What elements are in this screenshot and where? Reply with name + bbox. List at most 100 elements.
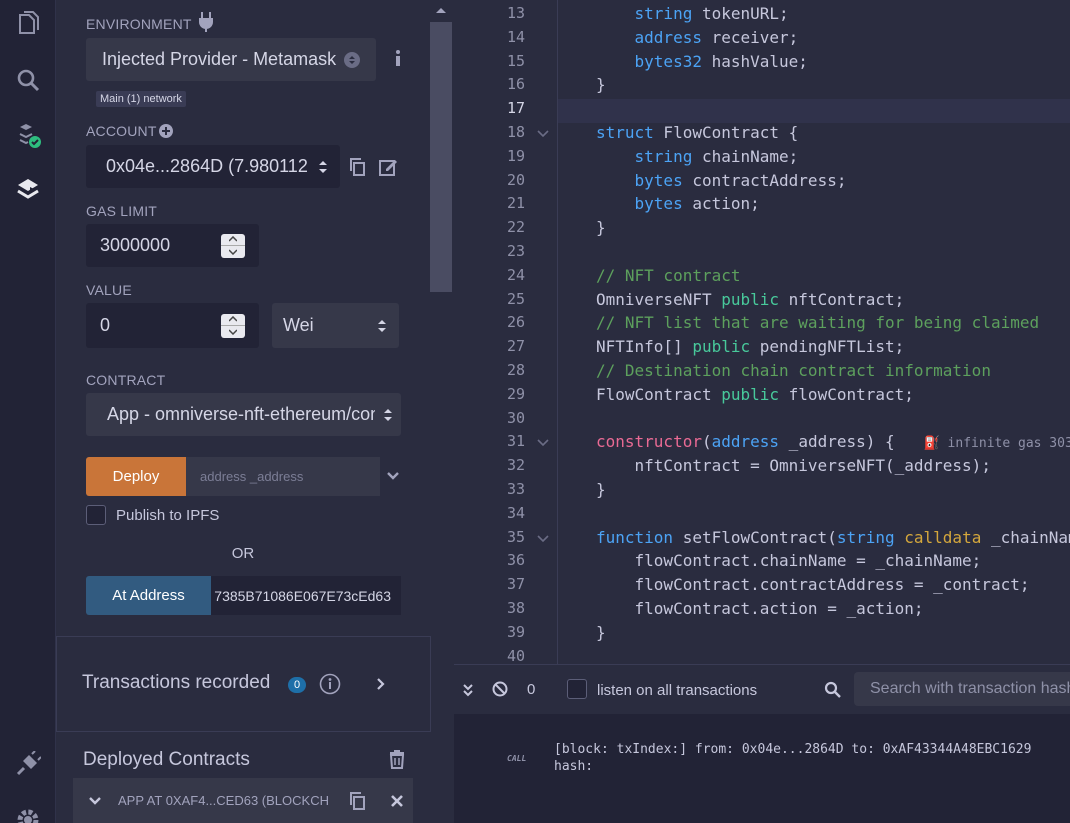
line-number: 20 <box>506 170 525 189</box>
code-line[interactable]: } <box>596 480 606 499</box>
code-line[interactable]: string chainName; <box>596 147 799 166</box>
code-line[interactable]: } <box>596 218 606 237</box>
code-token: public <box>721 384 780 404</box>
deploy-button[interactable]: Deploy <box>86 457 186 496</box>
select-spin-icon <box>344 51 360 68</box>
panel-scrollbar-thumb[interactable] <box>430 22 452 292</box>
line-number: 40 <box>506 646 525 664</box>
line-number: 32 <box>506 456 525 475</box>
expand-chevron-icon[interactable] <box>386 469 400 483</box>
code-line[interactable]: flowContract.contractAddress = _contract… <box>596 575 1030 594</box>
line-number: 25 <box>506 289 525 308</box>
info-circle-icon[interactable] <box>319 673 341 695</box>
settings-icon[interactable] <box>8 800 48 823</box>
code-token: public <box>721 289 780 309</box>
code-token: } <box>596 218 606 238</box>
code-line[interactable]: function setFlowContract(string calldata… <box>596 528 1070 547</box>
fold-chevron-icon[interactable] <box>536 534 550 544</box>
info-icon[interactable] <box>388 48 408 68</box>
code-token: FlowContract { <box>653 123 799 142</box>
chevron-down-icon[interactable] <box>88 795 102 807</box>
account-select[interactable]: 0x04e...2864D (7.980112 <box>86 145 340 188</box>
code-line[interactable]: FlowContract public flowContract; <box>596 385 914 404</box>
line-number: 16 <box>506 75 525 94</box>
copy-icon[interactable] <box>348 791 368 811</box>
code-line[interactable]: bytes32 hashValue; <box>596 52 808 71</box>
code-line[interactable]: NFTInfo[] public pendingNFTList; <box>596 337 904 356</box>
fold-chevron-icon[interactable] <box>536 438 550 448</box>
code-line[interactable]: struct FlowContract { <box>596 123 798 142</box>
line-number: 30 <box>506 408 525 427</box>
trash-icon[interactable] <box>387 749 407 769</box>
publish-ipfs-label: Publish to IPFS <box>116 507 220 524</box>
close-icon[interactable] <box>391 795 403 807</box>
transactions-recorded-section[interactable]: Transactions recorded 0 <box>56 636 431 732</box>
code-token: action; <box>682 194 760 214</box>
code-token: NFTInfo[] <box>596 337 693 357</box>
code-line[interactable]: OmniverseNFT public nftContract; <box>596 290 904 309</box>
fold-chevron-icon[interactable] <box>536 129 550 139</box>
line-number: 39 <box>506 622 525 641</box>
code-line[interactable]: flowContract.action = _action; <box>596 599 924 618</box>
chevron-up-icon <box>229 316 237 322</box>
code-line[interactable]: address receiver; <box>596 27 799 47</box>
code-line[interactable]: bytes action; <box>596 194 760 213</box>
log-line-2: hash: <box>554 759 594 774</box>
file-explorer-icon[interactable] <box>8 4 48 44</box>
log-line-1: [block: txIndex:] from: 0x04e...2864D to… <box>554 742 1032 757</box>
line-number: 18 <box>506 123 525 141</box>
clear-console-icon[interactable] <box>492 681 508 697</box>
code-token: address <box>711 432 780 452</box>
deployed-contract-item[interactable]: APP AT 0XAF4...CED63 (BLOCKCH <box>73 778 413 823</box>
code-token: } <box>596 75 606 95</box>
collapse-terminal-icon[interactable] <box>462 683 474 697</box>
copy-icon[interactable] <box>348 157 368 177</box>
code-line[interactable]: } <box>596 75 606 94</box>
code-line[interactable]: constructor(address _address) { ⛽ infini… <box>596 432 1070 451</box>
constructor-args-input[interactable]: address _address <box>186 457 380 496</box>
gas-limit-input[interactable]: 3000000 <box>86 224 259 267</box>
line-number: 35 <box>506 527 525 546</box>
code-line[interactable]: // Destination chain contract informatio… <box>596 361 991 380</box>
code-editor[interactable]: 13 14 15 16 17 18 19 20 21 22 23 24 25 26 27 28 29 30 31 32… <box>454 0 1070 664</box>
line-number: 22 <box>506 218 525 237</box>
value-input[interactable]: 0 <box>86 303 259 348</box>
contract-select[interactable]: App - omniverse-nft-ethereum/con <box>86 393 401 436</box>
code-line[interactable]: // NFT list that are waiting for being c… <box>596 313 1039 332</box>
publish-ipfs-checkbox[interactable] <box>86 505 106 525</box>
deploy-run-icon[interactable] <box>8 170 48 210</box>
value-stepper[interactable] <box>221 313 245 338</box>
value-unit-select[interactable]: Wei <box>272 303 399 348</box>
select-arrows-icon <box>384 408 392 421</box>
edit-icon[interactable] <box>378 157 398 177</box>
add-account-icon[interactable] <box>159 124 173 138</box>
listen-all-checkbox[interactable] <box>567 679 587 699</box>
code-line[interactable]: bytes contractAddress; <box>596 171 847 190</box>
icon-rail <box>0 0 56 823</box>
plugin-manager-icon[interactable] <box>8 744 48 784</box>
chevron-right-icon[interactable] <box>375 677 387 691</box>
scroll-up-icon[interactable] <box>434 4 448 16</box>
code-line[interactable]: // NFT contract <box>596 266 741 285</box>
gas-limit-stepper[interactable] <box>221 233 245 258</box>
active-line-highlight <box>558 99 1070 123</box>
code-line[interactable]: flowContract.chainName = _chainName; <box>596 551 982 570</box>
compiler-icon[interactable] <box>8 115 48 155</box>
line-number: 36 <box>506 551 525 570</box>
code-line[interactable]: nftContract = OmniverseNFT(_address); <box>596 456 991 475</box>
code-token: function <box>596 527 674 547</box>
line-number: 14 <box>506 27 525 46</box>
code-line[interactable]: string tokenURL; <box>596 4 789 23</box>
code-token: receiver; <box>701 27 799 47</box>
search-icon[interactable] <box>8 60 48 100</box>
at-address-input[interactable]: 7385B71086E067E73cEd63 <box>211 576 401 615</box>
code-line[interactable]: } <box>596 623 606 642</box>
code-token: nftContract; <box>779 289 905 309</box>
environment-select[interactable]: Injected Provider - Metamask <box>86 38 376 81</box>
at-address-button[interactable]: At Address <box>86 576 211 615</box>
network-badge: Main (1) network <box>96 91 186 107</box>
transaction-search-input[interactable]: Search with transaction hash or address <box>854 672 1070 706</box>
line-number: 15 <box>506 51 525 70</box>
